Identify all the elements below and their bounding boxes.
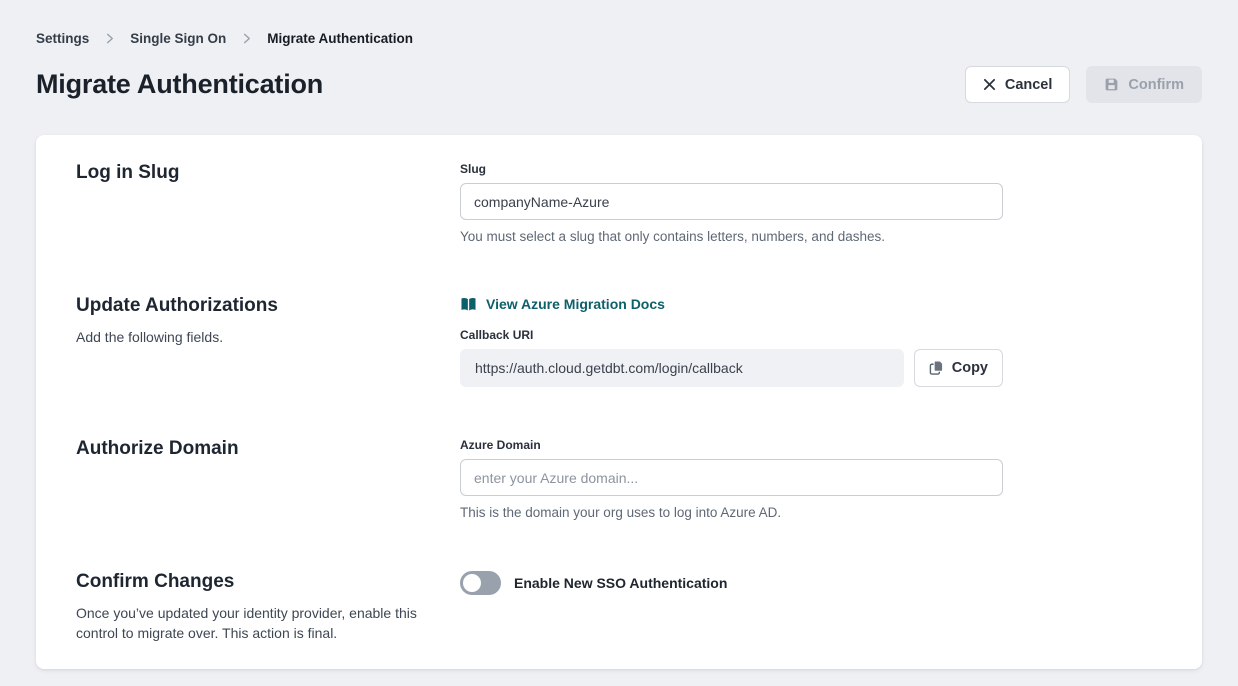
slug-input[interactable] bbox=[460, 183, 1003, 220]
book-icon bbox=[460, 297, 477, 312]
sso-toggle-row: Enable New SSO Authentication bbox=[460, 571, 1003, 595]
breadcrumb-single-sign-on[interactable]: Single Sign On bbox=[130, 31, 226, 46]
callback-uri-input[interactable] bbox=[460, 349, 904, 387]
confirm-button[interactable]: Confirm bbox=[1086, 66, 1202, 103]
callback-uri-label: Callback URI bbox=[460, 328, 1003, 342]
cancel-button[interactable]: Cancel bbox=[965, 66, 1071, 103]
migrate-authentication-page: Settings Single Sign On Migrate Authenti… bbox=[0, 0, 1238, 669]
copy-icon bbox=[929, 360, 944, 376]
close-icon bbox=[983, 78, 996, 91]
page-title: Migrate Authentication bbox=[36, 69, 323, 100]
chevron-right-icon bbox=[241, 33, 252, 44]
chevron-right-icon bbox=[104, 33, 115, 44]
slug-helper-text: You must select a slug that only contain… bbox=[460, 229, 1003, 244]
section-heading: Authorize Domain bbox=[76, 438, 460, 460]
breadcrumb-settings[interactable]: Settings bbox=[36, 31, 89, 46]
docs-link-label: View Azure Migration Docs bbox=[486, 296, 665, 312]
section-authorize-domain: Authorize Domain Azure Domain This is th… bbox=[76, 438, 1162, 520]
section-description: Add the following fields. bbox=[76, 327, 424, 347]
toggle-knob bbox=[463, 574, 481, 592]
page-header: Migrate Authentication Cancel Confirm bbox=[36, 66, 1202, 103]
section-heading: Log in Slug bbox=[76, 162, 460, 184]
header-actions: Cancel Confirm bbox=[965, 66, 1202, 103]
copy-button[interactable]: Copy bbox=[914, 349, 1003, 387]
cancel-button-label: Cancel bbox=[1005, 77, 1053, 93]
slug-field-label: Slug bbox=[460, 162, 1003, 176]
breadcrumb: Settings Single Sign On Migrate Authenti… bbox=[36, 0, 1202, 46]
azure-domain-label: Azure Domain bbox=[460, 438, 1003, 452]
enable-sso-toggle[interactable] bbox=[460, 571, 501, 595]
azure-domain-input[interactable] bbox=[460, 459, 1003, 496]
breadcrumb-migrate-authentication: Migrate Authentication bbox=[267, 31, 413, 46]
callback-uri-row: Copy bbox=[460, 349, 1003, 387]
section-confirm-changes: Confirm Changes Once you’ve updated your… bbox=[76, 571, 1162, 644]
section-heading: Confirm Changes bbox=[76, 571, 460, 593]
settings-card: Log in Slug Slug You must select a slug … bbox=[36, 135, 1202, 669]
copy-button-label: Copy bbox=[952, 360, 988, 376]
azure-domain-helper-text: This is the domain your org uses to log … bbox=[460, 505, 1003, 520]
section-description: Once you’ve updated your identity provid… bbox=[76, 603, 424, 644]
section-update-authorizations: Update Authorizations Add the following … bbox=[76, 295, 1162, 387]
section-heading: Update Authorizations bbox=[76, 295, 460, 317]
sso-toggle-label: Enable New SSO Authentication bbox=[514, 575, 727, 591]
section-login-slug: Log in Slug Slug You must select a slug … bbox=[76, 162, 1162, 244]
view-azure-migration-docs-link[interactable]: View Azure Migration Docs bbox=[460, 296, 665, 312]
confirm-button-label: Confirm bbox=[1128, 77, 1184, 93]
save-icon bbox=[1104, 77, 1119, 92]
